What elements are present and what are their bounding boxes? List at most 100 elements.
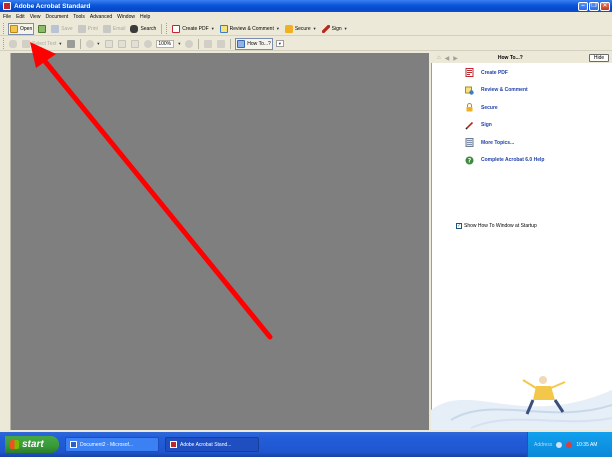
- print-button[interactable]: Print: [77, 23, 99, 35]
- howto-toolbar-button[interactable]: How To...?: [235, 37, 273, 50]
- security-shield-icon[interactable]: [566, 441, 573, 448]
- title-bar[interactable]: Adobe Acrobat Standard – ❐ ✕: [0, 0, 612, 12]
- print-label: Print: [87, 25, 98, 32]
- chevron-down-icon[interactable]: ▼: [96, 41, 100, 46]
- create-pdf-button[interactable]: Create PDF ▼: [171, 23, 215, 35]
- howto-title: How To...?: [497, 55, 523, 61]
- select-text-button[interactable]: Select Text ▼: [21, 38, 63, 50]
- word-icon: [70, 441, 77, 448]
- zoom-in-icon: [185, 39, 194, 48]
- disk-icon: [51, 24, 60, 33]
- actual-size-button[interactable]: [104, 38, 114, 50]
- close-button[interactable]: ✕: [600, 1, 610, 11]
- menu-view[interactable]: View: [30, 14, 41, 20]
- hide-button[interactable]: Hide: [589, 54, 609, 62]
- email-label: Email: [112, 25, 126, 32]
- fit-width-button[interactable]: [130, 38, 140, 50]
- zoom-field[interactable]: 100%: [156, 39, 175, 48]
- help-icon: ?: [464, 156, 474, 165]
- zoom-out-button[interactable]: [143, 38, 153, 50]
- howto-topic-list: Create PDF Review & Comment Secure Sign …: [464, 68, 544, 173]
- howto-icon: [237, 39, 246, 48]
- fit-page-button[interactable]: [117, 38, 127, 50]
- open-button[interactable]: Open: [8, 22, 35, 35]
- save-label: Save: [61, 25, 73, 32]
- taskbar-item-acrobat[interactable]: Adobe Acrobat Stand...: [165, 437, 259, 452]
- menu-help[interactable]: Help: [140, 14, 150, 20]
- start-button[interactable]: start: [5, 436, 59, 453]
- startup-checkbox-row[interactable]: ✓ Show How To Window at Startup: [456, 223, 537, 229]
- sign-button[interactable]: Sign ▼: [321, 23, 349, 35]
- binoculars-icon: [130, 24, 139, 33]
- toolbar-grip[interactable]: [3, 38, 5, 49]
- text-select-icon: [22, 39, 30, 48]
- howto-topic-review-comment[interactable]: Review & Comment: [464, 86, 544, 95]
- chevron-down-icon[interactable]: ▼: [211, 26, 215, 31]
- create-pdf-icon: [172, 24, 181, 33]
- hand-tool-button[interactable]: [8, 38, 18, 50]
- folder-open-icon: [10, 24, 18, 33]
- snapshot-button[interactable]: [66, 38, 76, 50]
- back-arrow-icon[interactable]: ◀: [445, 55, 450, 62]
- menu-window[interactable]: Window: [117, 14, 135, 20]
- menu-bar: File Edit View Document Tools Advanced W…: [0, 12, 612, 21]
- menu-advanced[interactable]: Advanced: [90, 14, 112, 20]
- file-toolbar: Open Save Print Email Search Create PDF …: [0, 22, 612, 36]
- howto-header: ⌂ ◀ ▶ How To...? Hide: [431, 53, 612, 63]
- menu-edit[interactable]: Edit: [16, 14, 25, 20]
- toolbar-grip[interactable]: [3, 23, 5, 34]
- pen-icon: [464, 121, 474, 130]
- navigation-pane-strip[interactable]: [0, 53, 11, 430]
- howto-topic-more[interactable]: More Topics...: [464, 138, 544, 147]
- email-button[interactable]: Email: [102, 23, 127, 35]
- zoom-in-button[interactable]: [184, 38, 194, 50]
- single-page-button[interactable]: [216, 38, 226, 50]
- clock[interactable]: 10:35 AM: [576, 442, 597, 448]
- review-comment-icon: [219, 24, 228, 33]
- acrobat-app-icon[interactable]: [3, 2, 11, 10]
- task-label: Adobe Acrobat Stand...: [180, 441, 232, 448]
- page-fit-icon: [118, 39, 127, 48]
- menu-tools[interactable]: Tools: [73, 14, 85, 20]
- menu-file[interactable]: File: [3, 14, 11, 20]
- chevron-down-icon[interactable]: ▼: [58, 41, 62, 46]
- network-icon[interactable]: [556, 441, 563, 448]
- rotate-button[interactable]: [203, 38, 213, 50]
- zoom-tool-button[interactable]: ▼: [85, 38, 101, 50]
- howto-topic-secure[interactable]: Secure: [464, 103, 544, 112]
- tools-toolbar: Select Text ▼ ▼ 100% ▼ How To...? ▼: [0, 37, 612, 51]
- address-toolbar-label[interactable]: Address: [534, 442, 552, 448]
- howto-topic-label: Complete Acrobat 6.0 Help: [481, 157, 545, 163]
- rotate-icon: [204, 39, 213, 48]
- chevron-down-icon[interactable]: ▼: [275, 40, 284, 47]
- menu-document[interactable]: Document: [45, 14, 68, 20]
- chevron-down-icon[interactable]: ▼: [313, 26, 317, 31]
- howto-topic-label: Create PDF: [481, 69, 508, 76]
- chevron-down-icon[interactable]: ▼: [177, 41, 181, 46]
- howto-topic-label: Secure: [481, 104, 498, 111]
- toolbar-grip[interactable]: [166, 23, 168, 34]
- home-icon[interactable]: ⌂: [437, 55, 441, 62]
- secure-button[interactable]: Secure ▼: [284, 23, 318, 35]
- taskbar-item-word[interactable]: Document2 - Microsof...: [65, 437, 159, 452]
- search-button[interactable]: Search: [129, 23, 157, 35]
- windows-logo-icon: [10, 440, 19, 449]
- organizer-button[interactable]: [37, 23, 47, 35]
- chevron-down-icon[interactable]: ▼: [276, 26, 280, 31]
- howto-topic-sign[interactable]: Sign: [464, 121, 544, 130]
- create-pdf-label: Create PDF: [182, 25, 209, 32]
- organizer-icon: [38, 24, 47, 33]
- chevron-down-icon[interactable]: ▼: [344, 26, 348, 31]
- document-area[interactable]: [11, 53, 429, 430]
- howto-topic-help[interactable]: ? Complete Acrobat 6.0 Help: [464, 156, 544, 165]
- svg-text:?: ?: [467, 157, 471, 164]
- maximize-button[interactable]: ❐: [589, 1, 599, 11]
- save-button[interactable]: Save: [50, 23, 73, 35]
- forward-arrow-icon[interactable]: ▶: [453, 55, 458, 62]
- review-comment-button[interactable]: Review & Comment ▼: [219, 23, 281, 35]
- windows-taskbar: start Document2 - Microsof... Adobe Acro…: [0, 432, 612, 457]
- document-icon: [464, 138, 474, 147]
- howto-topic-create-pdf[interactable]: Create PDF: [464, 68, 544, 77]
- startup-checkbox[interactable]: ✓: [456, 223, 462, 229]
- minimize-button[interactable]: –: [578, 1, 588, 11]
